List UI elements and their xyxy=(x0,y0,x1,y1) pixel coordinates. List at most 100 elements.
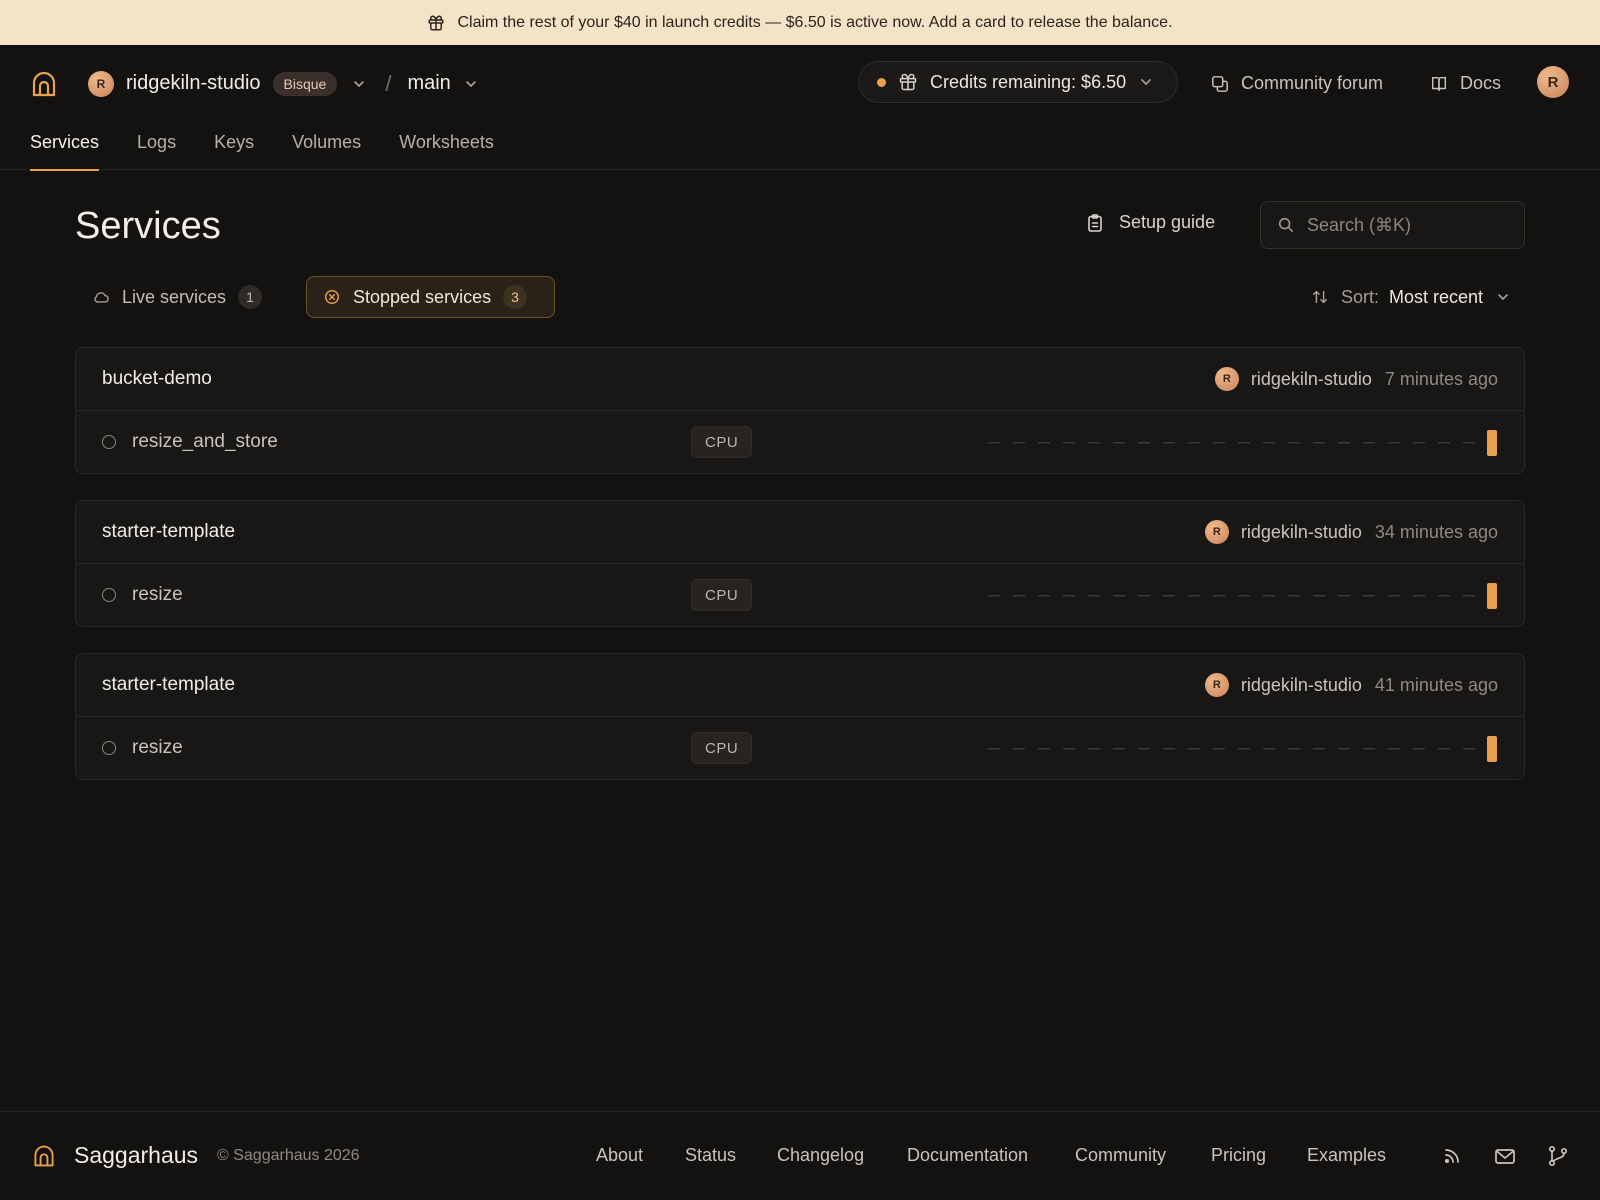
sparkline-empty-segment xyxy=(1413,595,1425,597)
stopped-status-icon xyxy=(102,435,116,449)
tab-keys[interactable]: Keys xyxy=(214,122,254,170)
sparkline-empty-segment xyxy=(1188,595,1200,597)
footer-brand[interactable]: Saggarhaus xyxy=(74,1142,198,1169)
sparkline-empty-segment xyxy=(1413,442,1425,444)
owner-avatar: R xyxy=(1204,520,1229,544)
plan-badge: Bisque xyxy=(272,71,338,96)
setup-guide-label: Setup guide xyxy=(1119,212,1216,232)
rss-icon[interactable] xyxy=(1442,1146,1462,1166)
service-card-header[interactable]: starter-template R ridgekiln-studio 34 m… xyxy=(76,501,1524,564)
gift-icon xyxy=(899,73,917,91)
book-icon xyxy=(1431,76,1447,91)
mail-icon[interactable] xyxy=(1494,1146,1516,1166)
sparkline-empty-segment xyxy=(988,595,1000,597)
resource-badge: CPU xyxy=(691,426,753,458)
sparkline-empty-segment xyxy=(1163,748,1175,750)
footer-link-documentation[interactable]: Documentation xyxy=(907,1145,1028,1166)
function-name[interactable]: resize_and_store xyxy=(132,431,278,453)
activity-sparkline xyxy=(988,430,1497,456)
logo-icon[interactable] xyxy=(32,1143,56,1169)
service-name[interactable]: starter-template xyxy=(102,521,1205,543)
sort-dropdown[interactable]: Sort: Most recent xyxy=(1311,276,1511,318)
sparkline-empty-segment xyxy=(1138,442,1150,444)
sparkline-empty-segment xyxy=(988,748,1000,750)
sparkline-empty-segment xyxy=(1013,442,1025,444)
function-row[interactable]: resize CPU xyxy=(76,717,1524,779)
activity-sparkline xyxy=(988,736,1497,762)
stopped-status-icon xyxy=(102,741,116,755)
sparkline-empty-segment xyxy=(1163,442,1175,444)
sparkline-empty-segment xyxy=(1313,442,1325,444)
sparkline-empty-segment xyxy=(1313,748,1325,750)
sparkline-empty-segment xyxy=(1188,442,1200,444)
forum-icon xyxy=(1212,75,1228,92)
branch-chevron-down-icon[interactable] xyxy=(463,76,479,92)
footer: Saggarhaus © Saggarhaus 2026 About Statu… xyxy=(0,1111,1600,1200)
live-services-label: Live services xyxy=(122,286,227,307)
sparkline-empty-segment xyxy=(1438,442,1450,444)
org-avatar[interactable]: R xyxy=(88,70,114,97)
sparkline-empty-segment xyxy=(1013,595,1025,597)
git-branch-icon[interactable] xyxy=(1547,1145,1569,1167)
stop-circle-icon xyxy=(324,289,340,305)
logo-icon[interactable] xyxy=(30,70,58,98)
service-owner: ridgekiln-studio xyxy=(1250,368,1372,389)
tab-services[interactable]: Services xyxy=(30,122,100,171)
stopped-services-count: 3 xyxy=(503,285,528,309)
sparkline-empty-segment xyxy=(1263,595,1275,597)
service-card-header[interactable]: starter-template R ridgekiln-studio 41 m… xyxy=(76,654,1524,717)
branch-name[interactable]: main xyxy=(407,72,450,95)
service-updated-time: 7 minutes ago xyxy=(1384,368,1498,389)
service-list: bucket-demo R ridgekiln-studio 7 minutes… xyxy=(75,347,1525,806)
service-name[interactable]: bucket-demo xyxy=(102,368,1215,390)
function-row[interactable]: resize_and_store CPU xyxy=(76,411,1524,473)
stopped-status-icon xyxy=(102,588,116,602)
tab-logs[interactable]: Logs xyxy=(137,122,176,170)
user-avatar[interactable]: R xyxy=(1537,66,1569,98)
sparkline-empty-segment xyxy=(1238,748,1250,750)
function-name[interactable]: resize xyxy=(132,737,183,759)
docs-link[interactable]: Docs xyxy=(1430,45,1501,122)
chevron-down-icon xyxy=(1141,79,1151,85)
sparkline-empty-segment xyxy=(1463,442,1475,444)
filter-stopped-services[interactable]: Stopped services 3 xyxy=(306,276,555,318)
footer-copyright: © Saggarhaus 2026 xyxy=(217,1147,360,1164)
credits-button[interactable]: Credits remaining: $6.50 xyxy=(858,61,1178,103)
sparkline-empty-segment xyxy=(1438,595,1450,597)
org-name[interactable]: ridgekiln-studio xyxy=(126,72,261,95)
sparkline-empty-segment xyxy=(1213,595,1225,597)
activity-sparkline xyxy=(988,583,1497,609)
sparkline-empty-segment xyxy=(1313,595,1325,597)
footer-link-community[interactable]: Community xyxy=(1075,1145,1166,1166)
sparkline-empty-segment xyxy=(1388,442,1400,444)
setup-guide-button[interactable]: Setup guide xyxy=(1085,212,1215,233)
service-name[interactable]: starter-template xyxy=(102,674,1205,696)
breadcrumb-separator: / xyxy=(385,70,392,96)
service-card[interactable]: starter-template R ridgekiln-studio 41 m… xyxy=(75,653,1525,780)
service-card[interactable]: starter-template R ridgekiln-studio 34 m… xyxy=(75,500,1525,627)
sparkline-empty-segment xyxy=(1263,442,1275,444)
docs-label: Docs xyxy=(1460,73,1502,93)
filter-live-services[interactable]: Live services 1 xyxy=(90,276,264,318)
footer-link-changelog[interactable]: Changelog xyxy=(777,1145,864,1166)
org-chevron-down-icon[interactable] xyxy=(351,76,367,92)
tab-volumes[interactable]: Volumes xyxy=(292,122,361,170)
sparkline-empty-segment xyxy=(1338,595,1350,597)
sparkline-empty-segment xyxy=(1363,748,1375,750)
function-row[interactable]: resize CPU xyxy=(76,564,1524,626)
community-forum-link[interactable]: Community forum xyxy=(1211,45,1383,122)
sparkline-empty-segment xyxy=(1038,748,1050,750)
service-card[interactable]: bucket-demo R ridgekiln-studio 7 minutes… xyxy=(75,347,1525,474)
footer-link-about[interactable]: About xyxy=(596,1145,643,1166)
sparkline-empty-segment xyxy=(1113,595,1125,597)
search-icon xyxy=(1278,217,1294,233)
footer-link-examples[interactable]: Examples xyxy=(1307,1145,1386,1166)
function-name[interactable]: resize xyxy=(132,584,183,606)
community-forum-label: Community forum xyxy=(1241,73,1384,93)
footer-link-status[interactable]: Status xyxy=(685,1145,736,1166)
tab-worksheets[interactable]: Worksheets xyxy=(399,122,494,170)
search-input[interactable] xyxy=(1307,214,1507,236)
footer-link-pricing[interactable]: Pricing xyxy=(1211,1145,1266,1166)
service-card-header[interactable]: bucket-demo R ridgekiln-studio 7 minutes… xyxy=(76,348,1524,411)
search-box[interactable] xyxy=(1260,201,1525,249)
